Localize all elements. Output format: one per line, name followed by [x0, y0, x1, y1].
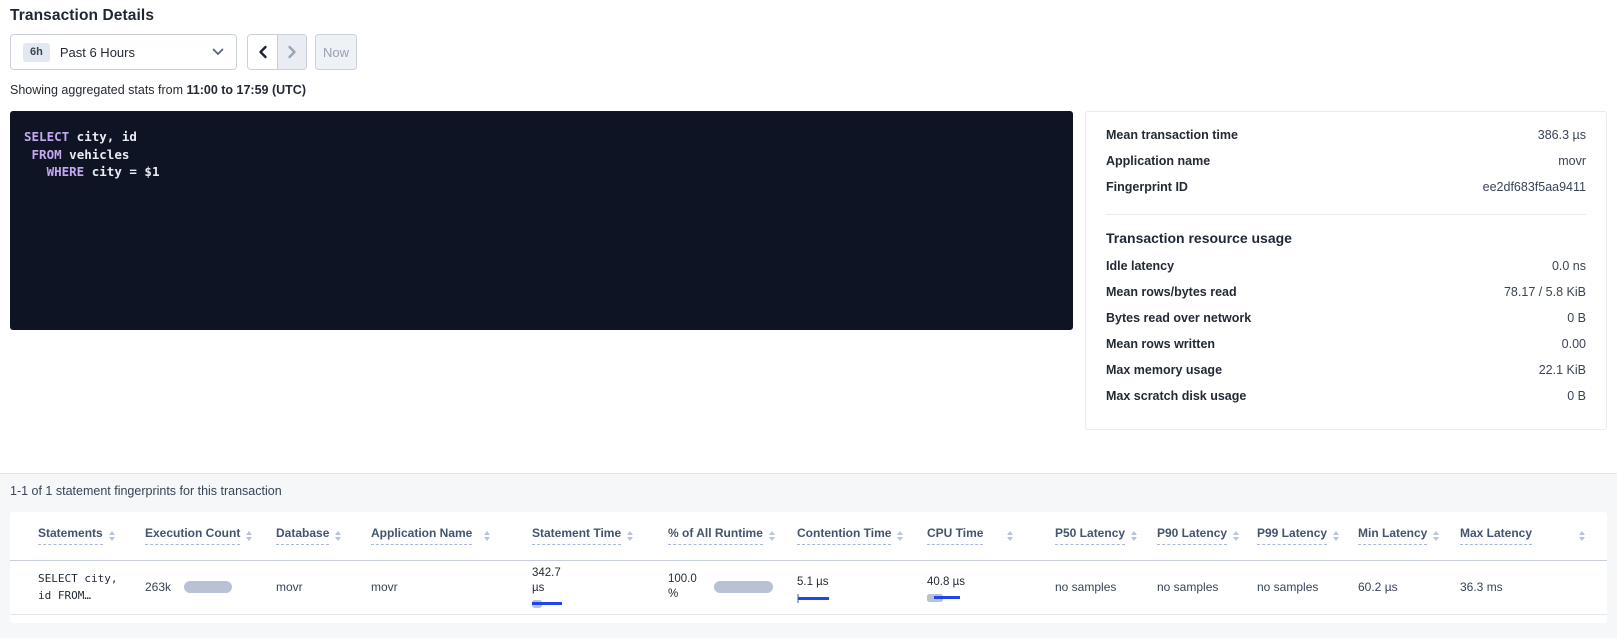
- transaction-summary-panel: Mean transaction time 386.3 µs Applicati…: [1085, 111, 1607, 430]
- summary-row-mean-transaction-time: Mean transaction time 386.3 µs: [1106, 128, 1586, 154]
- cell-min-latency: 60.2 µs: [1338, 560, 1440, 614]
- sort-icon[interactable]: [335, 531, 341, 541]
- sort-icon[interactable]: [769, 531, 775, 541]
- column-header-execution-count[interactable]: Execution Count: [125, 512, 256, 560]
- chevron-right-icon: [286, 45, 298, 59]
- cell-application-name: movr: [351, 560, 512, 614]
- resource-row-max-scratch-disk-usage: Max scratch disk usage 0 B: [1106, 389, 1586, 415]
- cell-p90-latency: no samples: [1137, 560, 1237, 614]
- page-header: Transaction Details 6h Past 6 Hours: [0, 0, 1617, 97]
- time-range-badge: 6h: [23, 43, 50, 62]
- cell-contention-time: 5.1 µs: [777, 560, 907, 614]
- statements-table: Statements Execution Count Database Appl…: [10, 512, 1607, 615]
- sort-icon[interactable]: [1433, 531, 1439, 541]
- column-header-contention-time[interactable]: Contention Time: [777, 512, 907, 560]
- statement-fingerprint-row: SELECT city, id FROM… 263k movr movr 342…: [10, 560, 1607, 614]
- sql-statement: SELECT city, id FROM vehicles WHERE city…: [10, 111, 1073, 330]
- time-range-label: Past 6 Hours: [60, 45, 135, 60]
- resource-row-mean-rows-written: Mean rows written 0.00: [1106, 337, 1586, 363]
- sort-icon[interactable]: [246, 531, 252, 541]
- sql-line: FROM vehicles: [24, 146, 1059, 164]
- sql-line: WHERE city = $1: [24, 163, 1059, 181]
- column-header-cpu-time[interactable]: CPU Time: [907, 512, 1035, 560]
- execution-count-bar: [184, 581, 232, 593]
- summary-row-fingerprint-id: Fingerprint ID ee2df683f5aa9411: [1106, 180, 1586, 206]
- table-header-row: Statements Execution Count Database Appl…: [10, 512, 1607, 560]
- statements-table-caption: 1-1 of 1 statement fingerprints for this…: [10, 484, 1607, 498]
- transaction-details-page: Transaction Details 6h Past 6 Hours: [0, 0, 1617, 638]
- sort-icon[interactable]: [627, 531, 633, 541]
- sort-icon[interactable]: [1333, 531, 1339, 541]
- sort-icon[interactable]: [1007, 531, 1013, 541]
- resource-row-bytes-read-over-network: Bytes read over network 0 B: [1106, 311, 1586, 337]
- time-range-dropdown[interactable]: 6h Past 6 Hours: [10, 34, 237, 70]
- previous-time-range-button[interactable]: [248, 35, 277, 69]
- resource-row-max-memory-usage: Max memory usage 22.1 KiB: [1106, 363, 1586, 389]
- pct-runtime-bar: [714, 581, 773, 593]
- contention-time-bar: [797, 594, 831, 603]
- column-header-p90-latency[interactable]: P90 Latency: [1137, 512, 1237, 560]
- resource-usage-section-title: Transaction resource usage: [1106, 230, 1586, 246]
- sort-icon[interactable]: [1579, 531, 1585, 541]
- column-header-pct-of-all-runtime[interactable]: % of All Runtime: [648, 512, 777, 560]
- cell-execution-count: 263k: [125, 560, 256, 614]
- column-header-application-name[interactable]: Application Name: [351, 512, 512, 560]
- resource-row-mean-rows-bytes-read: Mean rows/bytes read 78.17 / 5.8 KiB: [1106, 285, 1586, 311]
- next-time-range-button[interactable]: [277, 35, 306, 69]
- stats-caption-range: 11:00 to 17:59 (UTC): [187, 83, 306, 97]
- details-content: SELECT city, id FROM vehicles WHERE city…: [0, 111, 1617, 430]
- column-header-statements[interactable]: Statements: [10, 512, 125, 560]
- cell-statement-time: 342.7 µs: [512, 560, 648, 614]
- chevron-left-icon: [257, 45, 269, 59]
- cpu-time-bar: [927, 594, 961, 603]
- column-header-p50-latency[interactable]: P50 Latency: [1035, 512, 1137, 560]
- time-step-buttons: [247, 34, 307, 70]
- summary-row-application-name: Application name movr: [1106, 154, 1586, 180]
- panel-divider: [1106, 214, 1586, 215]
- statement-time-bar: [532, 600, 566, 609]
- cell-statement[interactable]: SELECT city, id FROM…: [10, 560, 125, 614]
- resource-row-idle-latency: Idle latency 0.0 ns: [1106, 259, 1586, 285]
- page-title: Transaction Details: [10, 7, 1607, 25]
- column-header-database[interactable]: Database: [256, 512, 351, 560]
- stats-caption-prefix: Showing aggregated stats from: [10, 83, 187, 97]
- sort-icon[interactable]: [897, 531, 903, 541]
- sort-icon[interactable]: [1131, 531, 1137, 541]
- cell-cpu-time: 40.8 µs: [907, 560, 1035, 614]
- now-button[interactable]: Now: [315, 34, 357, 70]
- cell-database: movr: [256, 560, 351, 614]
- column-header-statement-time[interactable]: Statement Time: [512, 512, 648, 560]
- column-header-max-latency[interactable]: Max Latency: [1440, 512, 1607, 560]
- cell-p99-latency: no samples: [1237, 560, 1338, 614]
- column-header-min-latency[interactable]: Min Latency: [1338, 512, 1440, 560]
- sort-icon[interactable]: [484, 531, 490, 541]
- time-controls: 6h Past 6 Hours Now: [10, 34, 1607, 70]
- column-header-p99-latency[interactable]: P99 Latency: [1237, 512, 1338, 560]
- sort-icon[interactable]: [109, 531, 115, 541]
- chevron-down-icon: [212, 48, 224, 56]
- cell-max-latency: 36.3 ms: [1440, 560, 1607, 614]
- statements-table-card: Statements Execution Count Database Appl…: [10, 512, 1607, 623]
- statements-section: 1-1 of 1 statement fingerprints for this…: [0, 473, 1617, 638]
- sort-icon[interactable]: [1233, 531, 1239, 541]
- cell-p50-latency: no samples: [1035, 560, 1137, 614]
- cell-pct-of-all-runtime: 100.0 %: [648, 560, 777, 614]
- sql-line: SELECT city, id: [24, 128, 1059, 146]
- aggregated-stats-caption: Showing aggregated stats from 11:00 to 1…: [10, 83, 1607, 97]
